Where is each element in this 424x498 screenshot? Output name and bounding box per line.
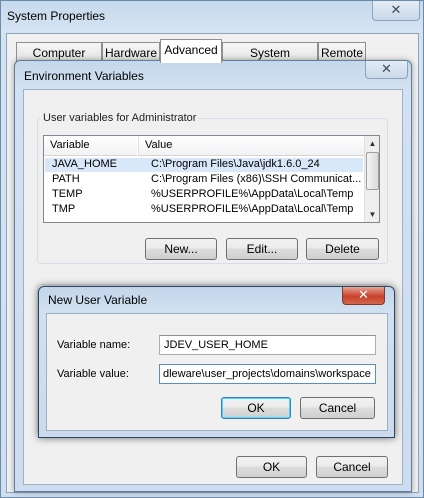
- user-variables-list[interactable]: Variable Value JAVA_HOME C:\Program File…: [43, 135, 380, 223]
- variable-cell: PATH: [52, 173, 80, 185]
- column-header-value[interactable]: Value: [138, 136, 364, 156]
- table-row[interactable]: PATH C:\Program Files (x86)\SSH Communic…: [45, 173, 363, 187]
- edit-button[interactable]: Edit...: [226, 238, 298, 260]
- variable-value-text: dleware\user_projects\domains\workspace: [163, 368, 371, 380]
- close-icon: ✕: [358, 288, 369, 303]
- scroll-down-arrow-icon[interactable]: ▼: [365, 207, 379, 222]
- value-cell: C:\Program Files (x86)\SSH Communicat...: [151, 173, 362, 185]
- new-button[interactable]: New...: [145, 238, 217, 260]
- new-user-variable-close-button[interactable]: ✕: [342, 287, 385, 305]
- close-icon: ✕: [381, 62, 392, 77]
- scroll-up-arrow-icon[interactable]: ▲: [365, 136, 379, 151]
- variable-name-field[interactable]: JDEV_USER_HOME: [159, 335, 376, 355]
- delete-button[interactable]: Delete: [306, 238, 379, 260]
- newvar-cancel-button[interactable]: Cancel: [300, 397, 375, 419]
- tab-advanced[interactable]: Advanced: [160, 39, 222, 63]
- scroll-thumb[interactable]: [366, 152, 379, 190]
- system-properties-title: System Properties: [7, 9, 106, 23]
- variable-value-field[interactable]: dleware\user_projects\domains\workspace: [159, 364, 376, 384]
- new-user-variable-title: New User Variable: [48, 293, 148, 307]
- variable-name-label: Variable name:: [57, 339, 131, 351]
- tab-computer-name[interactable]: Computer Name: [16, 42, 102, 74]
- variable-cell: TEMP: [52, 188, 83, 200]
- environment-variables-close-button[interactable]: ✕: [365, 61, 408, 79]
- value-cell: C:\Program Files\Java\jdk1.6.0_24: [151, 158, 320, 170]
- environment-variables-title: Environment Variables: [24, 69, 144, 83]
- value-cell: %USERPROFILE%\AppData\Local\Temp: [151, 203, 354, 215]
- table-row[interactable]: TMP %USERPROFILE%\AppData\Local\Temp: [45, 203, 363, 217]
- user-variables-group-label: User variables for Administrator: [40, 112, 200, 124]
- variable-value-label: Variable value:: [57, 368, 129, 380]
- env-ok-button[interactable]: OK: [236, 456, 307, 478]
- value-cell: %USERPROFILE%\AppData\Local\Temp: [151, 188, 354, 200]
- variable-cell: JAVA_HOME: [52, 158, 117, 170]
- tab-system-protection[interactable]: System Protection: [222, 42, 318, 74]
- system-properties-close-button[interactable]: ✕: [372, 1, 420, 21]
- tab-hardware[interactable]: Hardware: [102, 42, 160, 62]
- env-cancel-button[interactable]: Cancel: [316, 456, 388, 478]
- vertical-scrollbar[interactable]: ▲ ▼: [364, 136, 379, 222]
- close-icon: ✕: [390, 3, 402, 18]
- newvar-ok-button[interactable]: OK: [221, 397, 291, 419]
- table-row[interactable]: TEMP %USERPROFILE%\AppData\Local\Temp: [45, 188, 363, 202]
- column-header-variable[interactable]: Variable: [44, 136, 137, 156]
- tab-remote[interactable]: Remote: [318, 42, 366, 62]
- table-row[interactable]: JAVA_HOME C:\Program Files\Java\jdk1.6.0…: [45, 158, 363, 172]
- variable-cell: TMP: [52, 203, 76, 215]
